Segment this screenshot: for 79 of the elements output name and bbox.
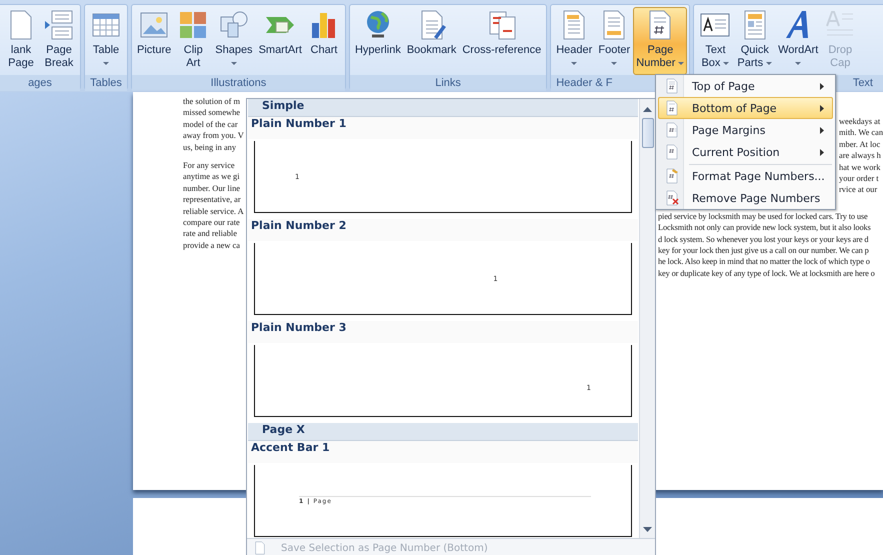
menu-item[interactable]: Bottom of Page xyxy=(658,97,833,119)
document-text: mber. At loc xyxy=(839,138,882,150)
document-text: weekdays at xyxy=(839,116,882,128)
document-text: mith. We can xyxy=(839,127,883,139)
page-number-icon xyxy=(664,100,680,116)
format-icon xyxy=(664,168,680,184)
page-break-icon xyxy=(43,9,75,41)
document-text: number. Our line xyxy=(183,182,241,194)
gallery-item-title[interactable]: Plain Number 2 xyxy=(248,219,638,241)
section-header: Page X xyxy=(248,423,638,441)
ribbon-button[interactable]: Table xyxy=(87,7,125,75)
ribbon-button[interactable]: Footer xyxy=(595,7,634,75)
page-number-icon xyxy=(664,78,680,94)
ribbon-button[interactable]: Text Box xyxy=(696,7,734,75)
document-text: provide a new ca xyxy=(183,240,241,252)
submenu-arrow-icon xyxy=(820,126,824,134)
ribbon-button[interactable]: Chart xyxy=(304,7,343,75)
menu-item[interactable]: Page Margins xyxy=(658,119,833,141)
ribbon-button[interactable]: SmartArt xyxy=(256,7,305,75)
ribbon-button[interactable]: Page Break xyxy=(40,7,78,75)
caret-icon xyxy=(230,62,237,65)
section-header: Simple xyxy=(248,99,638,117)
menu-item[interactable]: Current Position xyxy=(658,141,833,163)
document-text: the solution of m xyxy=(183,96,241,108)
gallery-item-title[interactable]: Plain Number 1 xyxy=(248,117,638,139)
caret-icon xyxy=(723,62,730,65)
document-text: d lock system. So whenever you lost your keys or your keys are d xyxy=(658,234,870,246)
ribbon-button[interactable]: Hyperlink xyxy=(352,7,404,75)
caret-icon xyxy=(571,62,578,65)
document-text: reliable service. A xyxy=(183,206,245,218)
document-text: anytime as we gi xyxy=(183,171,241,183)
submenu-arrow-icon xyxy=(820,104,824,112)
group-label: Links xyxy=(350,75,546,91)
document-text: away from you. V xyxy=(183,130,245,142)
ribbon-button[interactable]: Page Number xyxy=(633,7,688,75)
document-text: key or duplicate key of any type of lock. We at locksmith are here o xyxy=(658,268,876,280)
ribbon-button[interactable]: Quick Parts xyxy=(734,7,776,75)
document-text: compare our rate xyxy=(183,217,241,228)
submenu-arrow-icon xyxy=(820,82,824,90)
ribbon-button[interactable]: Header xyxy=(553,7,596,75)
document-text: he lock. Also keep in mind that no matter the lock of which type o xyxy=(658,256,871,268)
document-text: model of the car xyxy=(183,118,239,130)
menu-item[interactable]: Remove Page Numbers xyxy=(658,187,833,209)
ribbon-button[interactable]: lank Page xyxy=(2,7,40,75)
document-text: hat we work xyxy=(839,162,882,174)
ribbon-button[interactable]: Clip Art xyxy=(174,7,212,75)
gallery-item-title[interactable]: Accent Bar 1 xyxy=(248,441,638,463)
document-text: us, being in any xyxy=(183,142,238,154)
ribbon-button[interactable]: Bookmark xyxy=(404,7,460,75)
group-label: ages xyxy=(0,75,80,91)
caret-icon xyxy=(766,62,772,65)
remove-icon xyxy=(664,190,680,206)
scrollbar[interactable] xyxy=(639,99,655,538)
document-text: rate and reliable xyxy=(183,228,238,240)
ribbon-button[interactable]: Cross-reference xyxy=(459,7,544,75)
document-text: Locksmith not only can provide new lock system, but it also looks xyxy=(658,222,872,234)
page-number-icon xyxy=(664,144,680,160)
document-text: pied service by locksmith may be used for locked cars. Try to use xyxy=(658,210,869,222)
gallery-item-title[interactable]: Plain Number 3 xyxy=(248,321,638,343)
document-text: rvice at our xyxy=(839,184,878,196)
scroll-down-icon[interactable] xyxy=(643,527,652,532)
document-text: missed somewhe xyxy=(183,107,241,119)
page-number-icon xyxy=(664,122,680,138)
document-text: key for your lock then just give us a call on our number. We can p xyxy=(658,245,870,256)
scrollbar-thumb[interactable] xyxy=(642,118,654,148)
caret-icon xyxy=(795,62,802,65)
caret-icon xyxy=(678,62,684,65)
scroll-up-icon[interactable] xyxy=(643,107,652,112)
document-text: your order t xyxy=(839,173,880,184)
document-text: For any service xyxy=(183,160,236,172)
group-label: Tables xyxy=(85,75,127,91)
document-text: are always h xyxy=(839,150,882,162)
submenu-arrow-icon xyxy=(820,148,824,156)
ribbon-button[interactable]: Shapes xyxy=(212,7,256,75)
document-text: representative, ar xyxy=(183,194,242,206)
caret-icon xyxy=(611,62,618,65)
caret-icon xyxy=(102,62,109,65)
ribbon-button[interactable]: Picture xyxy=(134,7,174,75)
group-label: Illustrations xyxy=(132,75,345,91)
